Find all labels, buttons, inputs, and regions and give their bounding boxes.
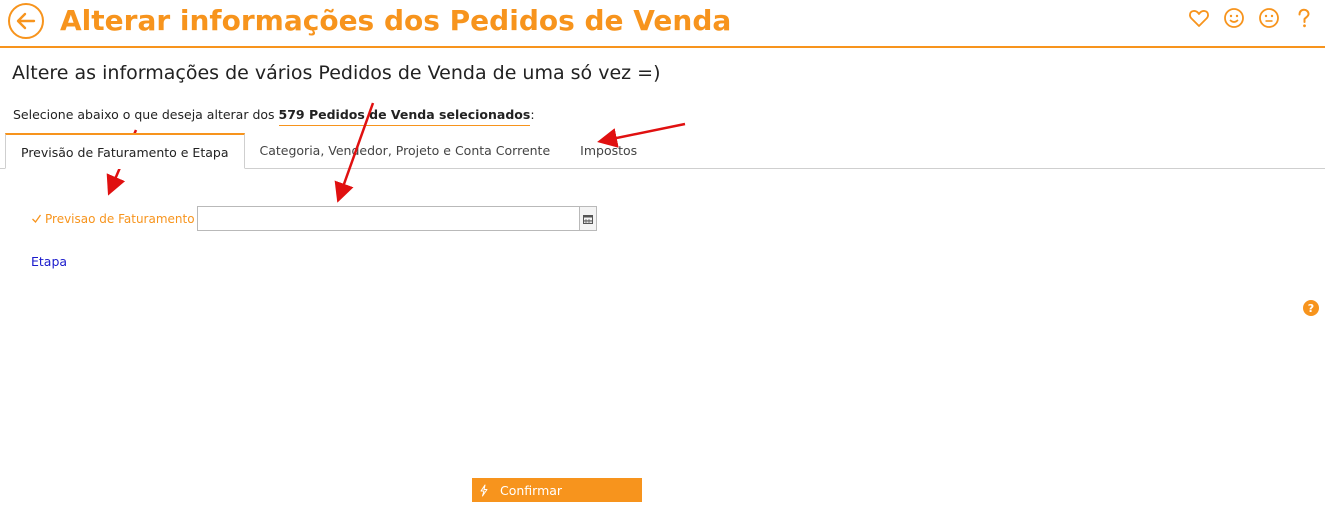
etapa-link[interactable]: Etapa [31,254,67,269]
selection-suffix: : [530,107,535,122]
previsao-date-input[interactable] [197,207,580,230]
neutral-face-icon[interactable] [1257,6,1280,29]
tab-bar: Previsão de Faturamento e Etapa Categori… [5,133,652,169]
header-actions [1187,6,1315,29]
page-subtitle: Altere as informações de vários Pedidos … [12,62,661,84]
selection-prefix: Selecione abaixo o que deseja alterar do… [13,107,279,122]
checkmark-icon [32,214,42,224]
question-icon[interactable] [1292,6,1315,29]
calendar-icon [582,214,593,224]
confirm-label: Confirmar [500,482,563,498]
heart-icon[interactable] [1187,6,1210,29]
previsao-date-field [196,206,597,231]
tab-previsao-faturamento-etapa[interactable]: Previsão de Faturamento e Etapa [5,133,245,169]
help-icon[interactable]: ? [1303,300,1319,316]
previsao-label-wrap: Previsao de Faturamento [31,212,195,226]
tab-impostos[interactable]: Impostos [565,133,652,169]
smile-icon[interactable] [1222,6,1245,29]
back-button[interactable] [8,3,44,39]
calendar-button[interactable] [578,207,596,230]
page-header: Alterar informações dos Pedidos de Venda [0,0,1325,48]
page-title: Alterar informações dos Pedidos de Venda [60,4,732,37]
previsao-field-row: Previsao de Faturamento [31,206,597,231]
arrow-left-icon [16,12,36,30]
lightning-icon [479,484,491,497]
previsao-label: Previsao de Faturamento [45,211,195,226]
selected-count: 579 Pedidos de Venda selecionados [278,107,531,126]
tab-categoria-vendedor-projeto[interactable]: Categoria, Vendedor, Projeto e Conta Cor… [245,133,566,169]
selection-summary: Selecione abaixo o que deseja alterar do… [13,107,535,126]
confirm-button[interactable]: Confirmar [472,478,642,502]
